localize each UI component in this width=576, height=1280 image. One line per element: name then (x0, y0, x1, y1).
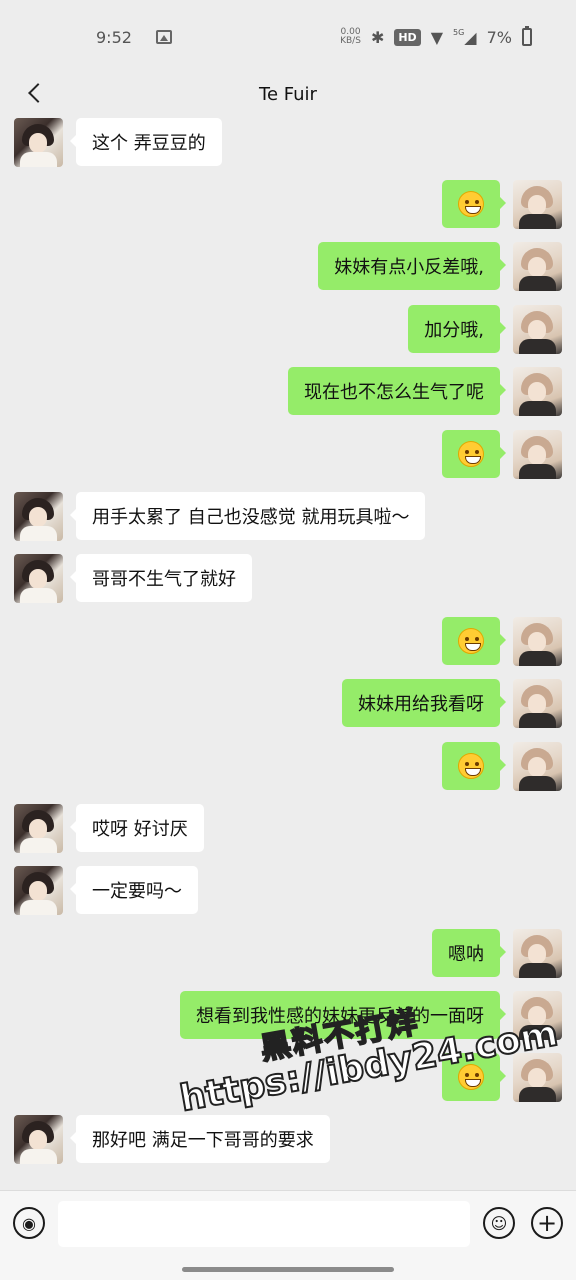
more-plus-icon[interactable]: + (531, 1207, 563, 1239)
message-text: 那好吧 满足一下哥哥的要求 (92, 1130, 314, 1151)
contact-avatar[interactable] (14, 118, 63, 167)
message-row: 想看到我性感的妹妹更反差的一面呀 (0, 991, 576, 1041)
received-message-bubble[interactable]: 哎呀 好讨厌 (70, 804, 204, 852)
grinning-face-emoji (458, 753, 484, 779)
sent-message-bubble[interactable]: 想看到我性感的妹妹更反差的一面呀 (180, 991, 506, 1039)
received-message-bubble[interactable]: 用手太累了 自己也没感觉 就用玩具啦～ (69, 492, 426, 540)
message-text: 加分哦, (424, 320, 484, 341)
smiling-face-emoji (458, 441, 484, 467)
sent-message-bubble[interactable] (442, 742, 506, 790)
message-row: 一定要吗～ (0, 866, 576, 916)
contact-avatar[interactable] (14, 554, 63, 603)
sent-message-bubble[interactable] (442, 430, 506, 478)
message-row: 妹妹用给我看呀 (0, 679, 576, 729)
voice-input-icon[interactable]: ◉ (13, 1207, 45, 1239)
contact-avatar[interactable] (14, 866, 63, 915)
sent-message-bubble[interactable] (442, 617, 506, 665)
message-text: 嗯呐 (448, 944, 484, 965)
message-row (0, 430, 576, 480)
message-row: 那好吧 满足一下哥哥的要求 (0, 1115, 576, 1165)
message-row (0, 742, 576, 792)
sent-message-bubble[interactable]: 妹妹有点小反差哦, (318, 242, 506, 290)
message-text: 这个 弄豆豆的 (92, 133, 206, 154)
sent-message-bubble[interactable] (442, 1053, 506, 1101)
message-text: 想看到我性感的妹妹更反差的一面呀 (196, 1006, 484, 1027)
received-message-bubble[interactable]: 哥哥不生气了就好 (70, 554, 252, 602)
grinning-face-emoji (458, 191, 484, 217)
home-indicator[interactable] (182, 1267, 394, 1272)
received-message-bubble[interactable]: 一定要吗～ (70, 866, 198, 914)
my-avatar[interactable] (513, 242, 562, 291)
message-row: 加分哦, (0, 305, 576, 355)
my-avatar[interactable] (513, 430, 562, 479)
sent-message-bubble[interactable]: 现在也不怎么生气了呢 (288, 367, 506, 415)
received-message-bubble[interactable]: 这个 弄豆豆的 (70, 118, 222, 166)
message-text: 妹妹用给我看呀 (358, 694, 484, 715)
message-text: 哥哥不生气了就好 (92, 569, 236, 590)
message-row: 这个 弄豆豆的 (0, 118, 576, 168)
my-avatar[interactable] (513, 929, 562, 978)
message-row: 用手太累了 自己也没感觉 就用玩具啦～ (0, 492, 576, 542)
message-row: 妹妹有点小反差哦, (0, 242, 576, 292)
my-avatar[interactable] (513, 367, 562, 416)
message-row: 嗯呐 (0, 929, 576, 979)
sent-message-bubble[interactable]: 加分哦, (408, 305, 506, 353)
my-avatar[interactable] (513, 180, 562, 229)
message-list[interactable]: 这个 弄豆豆的妹妹有点小反差哦, 加分哦, 现在也不怎么生气了呢用手太累了 自己也没… (0, 0, 576, 1190)
emoji-picker-icon[interactable]: ☺ (483, 1207, 515, 1239)
my-avatar[interactable] (513, 742, 562, 791)
my-avatar[interactable] (513, 305, 562, 354)
message-input[interactable] (58, 1201, 470, 1247)
sent-message-bubble[interactable]: 妹妹用给我看呀 (342, 679, 506, 727)
message-text: 用手太累了 自己也没感觉 就用玩具啦～ (92, 507, 410, 528)
my-avatar[interactable] (513, 617, 562, 666)
input-bar: ◉ ☺ + (0, 1190, 576, 1280)
message-text: 一定要吗～ (92, 881, 182, 902)
message-row (0, 1053, 576, 1103)
tears-of-joy-emoji (458, 628, 484, 654)
message-row: 哥哥不生气了就好 (0, 554, 576, 604)
message-row: 现在也不怎么生气了呢 (0, 367, 576, 417)
contact-avatar[interactable] (14, 804, 63, 853)
message-text: 现在也不怎么生气了呢 (304, 382, 484, 403)
message-row: 哎呀 好讨厌 (0, 804, 576, 854)
my-avatar[interactable] (513, 991, 562, 1040)
my-avatar[interactable] (513, 679, 562, 728)
message-text: 哎呀 好讨厌 (92, 819, 188, 840)
message-row (0, 617, 576, 667)
my-avatar[interactable] (513, 1053, 562, 1102)
contact-avatar[interactable] (14, 492, 63, 541)
message-row (0, 180, 576, 230)
sent-message-bubble[interactable] (442, 180, 506, 228)
contact-avatar[interactable] (14, 1115, 63, 1164)
sent-message-bubble[interactable]: 嗯呐 (432, 929, 506, 977)
smiling-face-emoji (458, 1064, 484, 1090)
message-text: 妹妹有点小反差哦, (334, 257, 484, 278)
received-message-bubble[interactable]: 那好吧 满足一下哥哥的要求 (70, 1115, 330, 1163)
